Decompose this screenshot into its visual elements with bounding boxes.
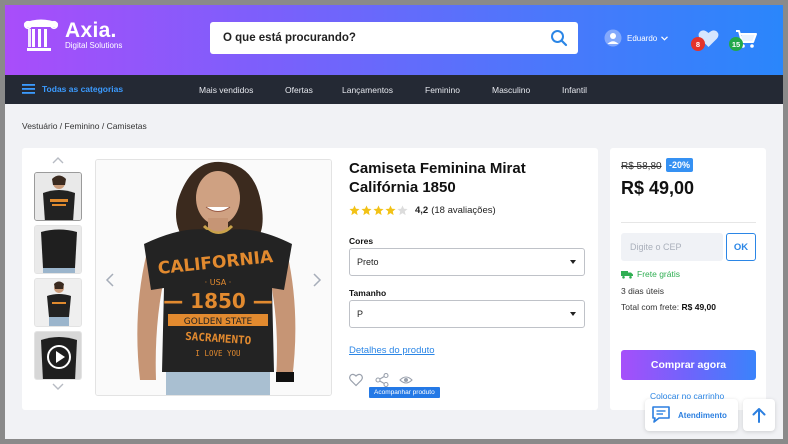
thumbnail-gallery	[34, 156, 82, 395]
arrow-up-icon	[752, 408, 766, 423]
divider	[621, 222, 756, 223]
old-price: R$ 58,80	[621, 161, 662, 172]
eye-icon[interactable]	[399, 373, 413, 387]
nav-item-lancamentos[interactable]: Lançamentos	[342, 85, 393, 95]
truck-icon	[621, 270, 633, 279]
thumbnail-3[interactable]	[34, 278, 82, 327]
logo[interactable]: Axia. Digital Solutions	[21, 18, 122, 52]
free-shipping: Frete grátis	[621, 269, 680, 279]
product-thumbnail-image	[35, 279, 81, 326]
svg-text:I LOVE YOU: I LOVE YOU	[195, 349, 240, 358]
color-select[interactable]: Preto	[349, 248, 585, 276]
cart-count-badge: 15	[729, 37, 743, 51]
product-thumbnail-image	[35, 173, 81, 220]
search-placeholder: O que está procurando?	[223, 32, 356, 44]
size-select[interactable]: P	[349, 300, 585, 328]
total-with-shipping: Total com frete: R$ 49,00	[621, 302, 716, 312]
previous-image-button[interactable]	[105, 273, 115, 287]
product-thumbnail-image	[35, 226, 81, 273]
search-input[interactable]: O que está procurando?	[210, 22, 578, 54]
support-label: Atendimento	[678, 410, 727, 420]
search-icon[interactable]	[550, 29, 568, 47]
chevron-down-icon	[661, 35, 669, 41]
product-photo: CALIFORNIA · USA · — 1850 — GOLDEN STATE…	[96, 160, 331, 395]
main-product-image: CALIFORNIA · USA · — 1850 — GOLDEN STATE…	[95, 159, 332, 396]
thumbnail-1[interactable]	[34, 172, 82, 221]
nav-item-feminino[interactable]: Feminino	[425, 85, 460, 95]
caret-down-icon	[570, 312, 576, 316]
thumbnail-2[interactable]	[34, 225, 82, 274]
thumbs-up-button[interactable]	[34, 156, 82, 168]
star-icon	[361, 205, 372, 216]
thumbnail-video[interactable]	[34, 331, 82, 380]
all-categories-label: Todas as categorias	[42, 84, 124, 94]
nav-item-ofertas[interactable]: Ofertas	[285, 85, 313, 95]
star-icon	[373, 205, 384, 216]
thumbs-down-button[interactable]	[34, 383, 82, 395]
cep-ok-button[interactable]: OK	[726, 233, 756, 261]
wishlist-count-badge: 8	[691, 37, 705, 51]
chat-icon	[652, 406, 670, 423]
svg-text:— 1850 —: — 1850 —	[163, 289, 273, 313]
color-select-value: Preto	[357, 257, 379, 267]
support-chat-button[interactable]: Atendimento	[645, 399, 738, 431]
current-price: R$ 49,00	[621, 178, 695, 198]
nav-item-mais-vendidos[interactable]: Mais vendidos	[199, 85, 253, 95]
page: Axia. Digital Solutions O que está procu…	[5, 5, 783, 439]
product-rating[interactable]: 4,2 (18 avaliações)	[349, 205, 496, 216]
free-shipping-label: Frete grátis	[637, 269, 680, 279]
column-logo-icon	[23, 19, 59, 51]
menu-icon	[22, 84, 35, 94]
user-menu[interactable]: Eduardo	[604, 29, 669, 47]
product-card: CALIFORNIA · USA · — 1850 — GOLDEN STATE…	[22, 148, 598, 410]
brand-name: Axia.	[65, 18, 117, 42]
brand-tagline: Digital Solutions	[65, 40, 123, 50]
caret-down-icon	[570, 260, 576, 264]
size-select-value: P	[357, 309, 364, 319]
category-nav: Todas as categorias Mais vendidos Oferta…	[5, 75, 783, 104]
chevron-up-icon	[52, 157, 64, 164]
star-icon	[397, 205, 408, 216]
review-count: (18 avaliações)	[431, 205, 496, 216]
video-thumbnail-image	[35, 332, 81, 379]
rating-value: 4,2	[415, 205, 429, 216]
svg-text:GOLDEN STATE: GOLDEN STATE	[184, 317, 253, 327]
discount-badge: -20%	[666, 158, 694, 172]
delivery-time: 3 dias úteis	[621, 286, 664, 296]
top-header: Axia. Digital Solutions O que está procu…	[5, 5, 783, 75]
cep-input[interactable]: Digite o CEP	[621, 233, 723, 261]
purchase-card: R$ 58,80 -20% R$ 49,00 Digite o CEP OK F…	[610, 148, 766, 410]
follow-product-tooltip: Acompanhar produto	[369, 387, 440, 398]
product-title: Camiseta Feminina Mirat Califórnia 1850	[349, 160, 526, 196]
total-label: Total com frete:	[621, 302, 680, 312]
svg-text:· USA ·: · USA ·	[205, 278, 232, 287]
size-label: Tamanho	[349, 288, 387, 298]
rating-stars	[349, 205, 409, 216]
product-details-link[interactable]: Detalhes do produto	[349, 345, 435, 356]
chevron-down-icon	[52, 383, 64, 390]
star-icon	[385, 205, 396, 216]
buy-now-button[interactable]: Comprar agora	[621, 350, 756, 380]
next-image-button[interactable]	[312, 273, 322, 287]
heart-outline-icon[interactable]	[349, 373, 363, 387]
star-icon	[349, 205, 360, 216]
breadcrumb[interactable]: Vestuário / Feminino / Camisetas	[22, 121, 147, 131]
user-avatar-icon	[604, 29, 622, 47]
user-name: Eduardo	[627, 33, 658, 43]
share-icon[interactable]	[375, 373, 389, 387]
nav-item-masculino[interactable]: Masculino	[492, 85, 530, 95]
nav-item-infantil[interactable]: Infantil	[562, 85, 587, 95]
back-to-top-button[interactable]	[743, 399, 775, 431]
colors-label: Cores	[349, 236, 374, 246]
all-categories-button[interactable]: Todas as categorias	[22, 84, 123, 94]
total-value: R$ 49,00	[681, 302, 716, 312]
